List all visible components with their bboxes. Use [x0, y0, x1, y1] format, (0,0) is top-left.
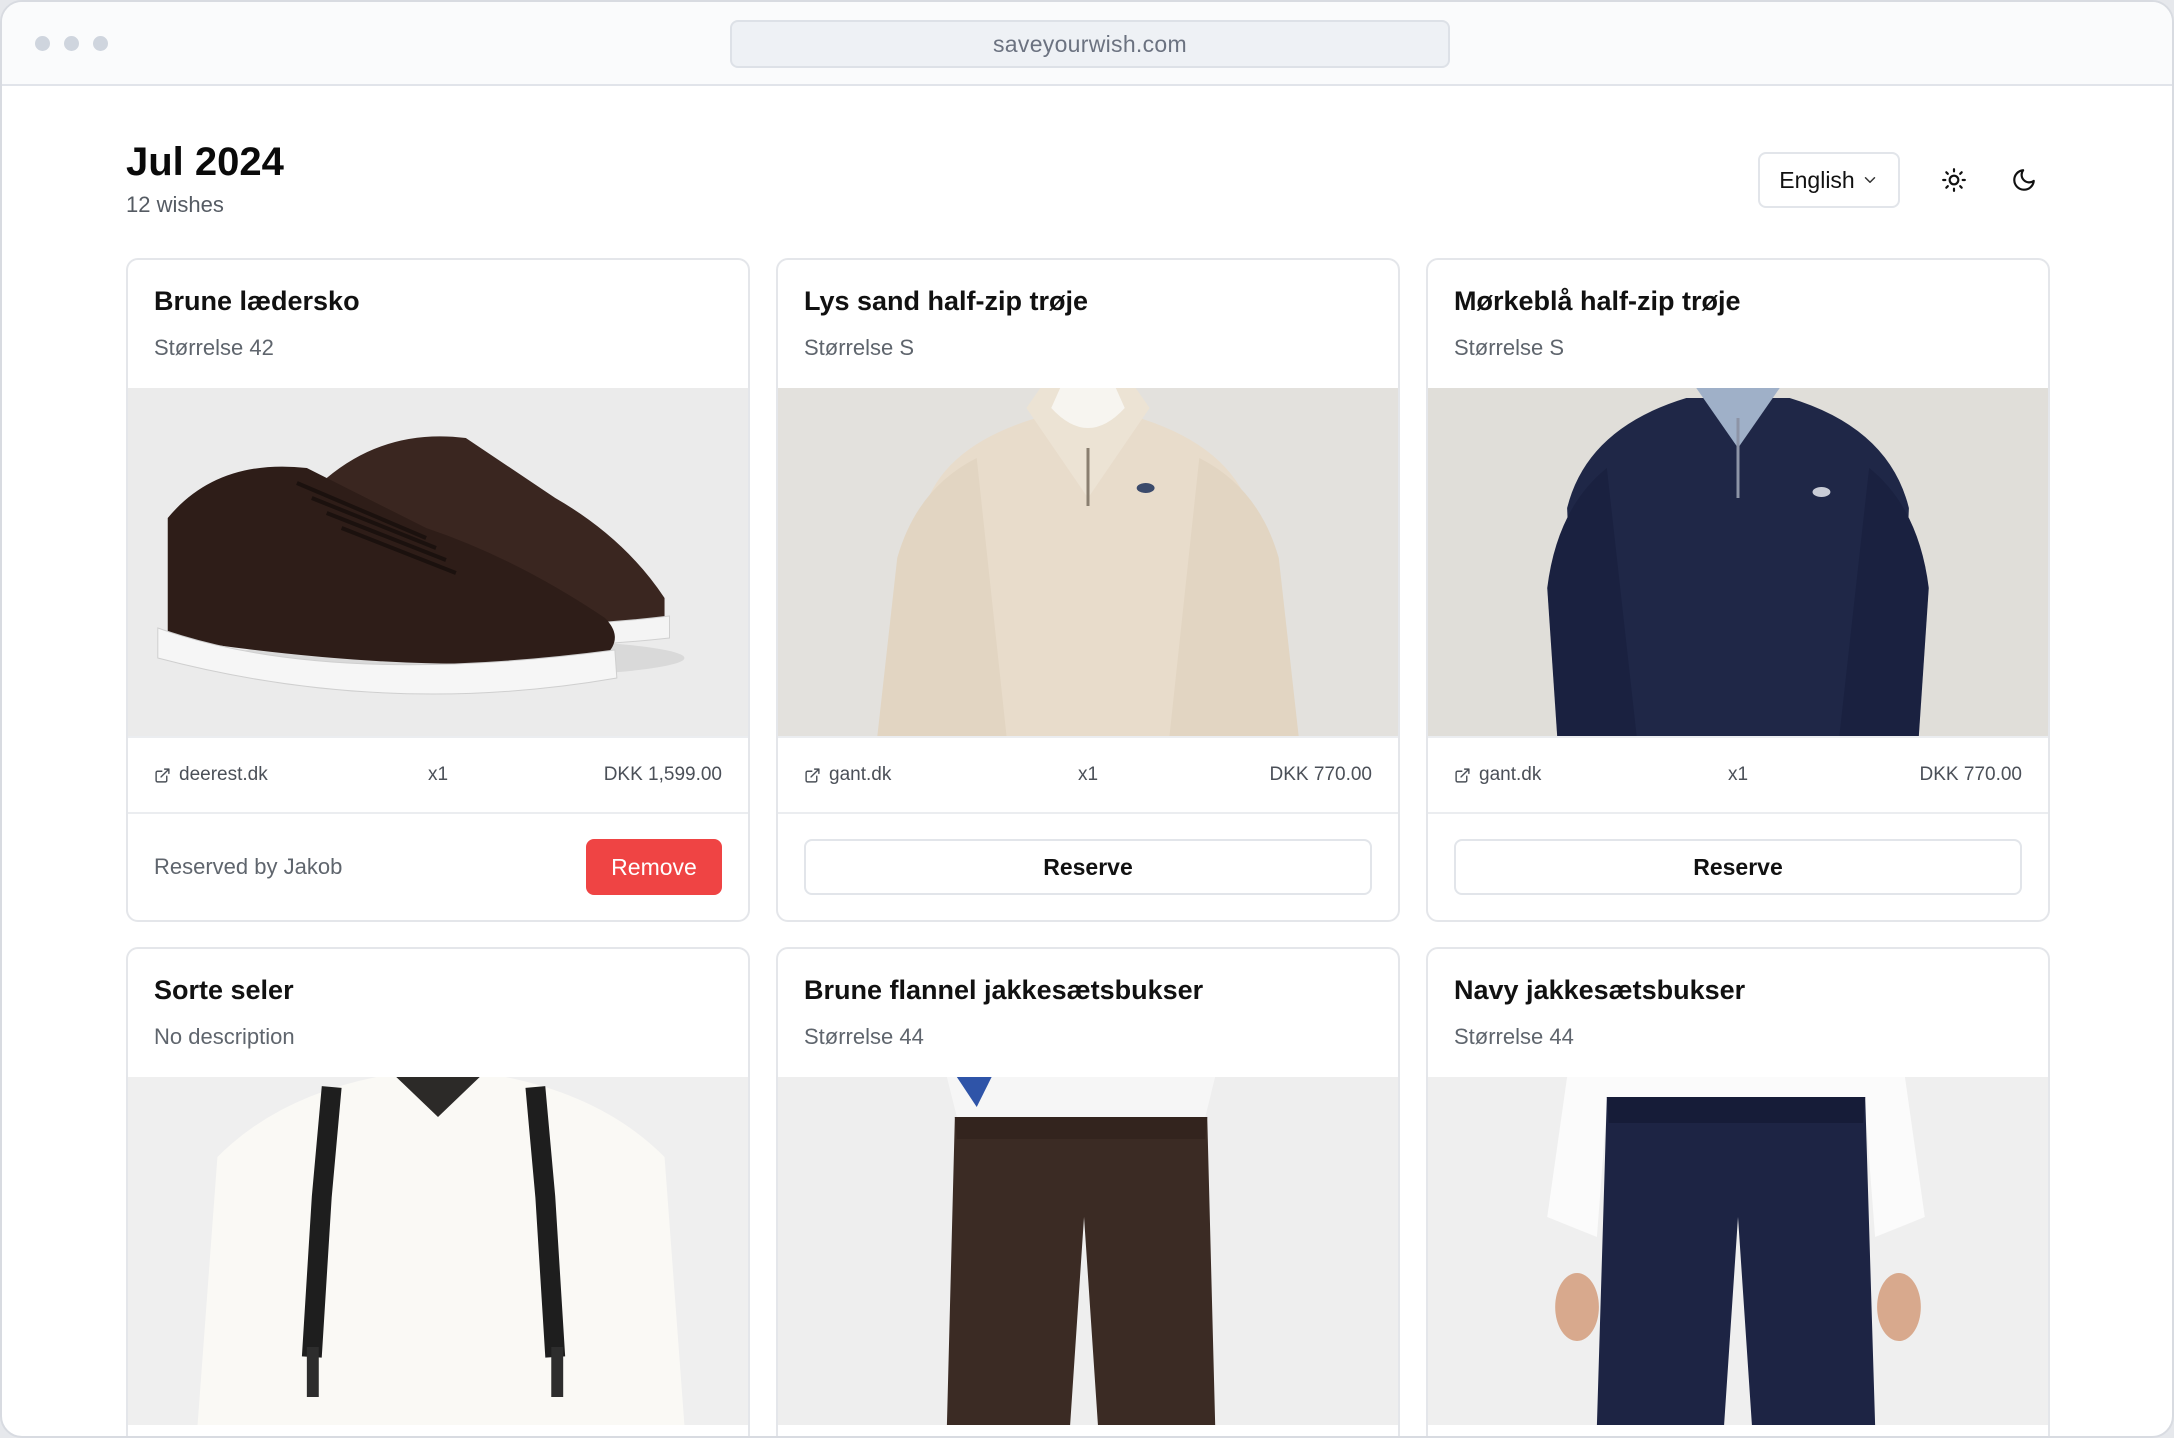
wish-quantity: x1: [1077, 764, 1099, 785]
wish-image-shoes[interactable]: [128, 388, 748, 736]
external-link-icon: [155, 767, 170, 783]
close-dot[interactable]: [35, 36, 50, 51]
wish-image-sand-sweater[interactable]: [778, 388, 1398, 736]
wish-price: DKK 770.00: [1919, 764, 2022, 785]
external-link-icon: [1455, 767, 1470, 783]
store-link[interactable]: deerest.dk: [154, 764, 354, 786]
minimize-dot[interactable]: [64, 36, 79, 51]
wish-image-suspenders[interactable]: [128, 1077, 748, 1425]
language-value: English: [1779, 166, 1855, 193]
wish-meta: deerest.dk x1 DKK 1,599.00: [128, 736, 748, 814]
page-title: Jul 2024: [126, 140, 284, 184]
wish-title: Navy jakkesætsbukser: [1454, 975, 1746, 1005]
store-name: deerest.dk: [179, 764, 268, 785]
window-controls: [35, 36, 108, 51]
wish-description: Størrelse S: [1454, 335, 1565, 360]
reserve-button[interactable]: Reserve: [1454, 839, 2022, 895]
wish-quantity: x1: [427, 764, 449, 785]
wish-description: Størrelse S: [804, 335, 915, 360]
reserve-button[interactable]: Reserve: [804, 839, 1372, 895]
wish-card: Lys sand half-zip trøje Størrelse S gant…: [776, 258, 1400, 922]
wish-price: DKK 1,599.00: [603, 764, 722, 785]
wish-card: Sorte seler No description: [126, 947, 750, 1436]
light-theme-button[interactable]: [1926, 152, 1982, 208]
address-text: saveyourwish.com: [993, 30, 1187, 57]
wish-meta: gant.dk x1 DKK 770.00: [1428, 736, 2048, 814]
address-bar[interactable]: saveyourwish.com: [730, 20, 1450, 68]
wish-card: Navy jakkesætsbukser Størrelse 44: [1426, 947, 2050, 1436]
wish-card: Brune lædersko Størrelse 42 deerest.dk x…: [126, 258, 750, 922]
sun-icon: [1942, 168, 1966, 192]
wish-title: Brune lædersko: [154, 286, 360, 316]
store-name: gant.dk: [829, 764, 892, 785]
wish-card: Mørkeblå half-zip trøje Størrelse S gant…: [1426, 258, 2050, 922]
chevron-down-icon: [1864, 177, 1875, 183]
wish-image-navy-sweater[interactable]: [1428, 388, 2048, 736]
wish-title: Brune flannel jakkesætsbukser: [804, 975, 1204, 1005]
browser-window: saveyourwish.com Jul 2024 12 wishes Engl…: [0, 0, 2174, 1438]
moon-icon: [2013, 169, 2035, 191]
wish-description: Størrelse 44: [804, 1024, 924, 1049]
wish-title: Mørkeblå half-zip trøje: [1454, 286, 1741, 316]
wish-title: Lys sand half-zip trøje: [804, 286, 1089, 316]
store-name: gant.dk: [1479, 764, 1542, 785]
maximize-dot[interactable]: [93, 36, 108, 51]
wish-price: DKK 770.00: [1269, 764, 1372, 785]
store-link[interactable]: gant.dk: [1454, 764, 1654, 786]
wish-description: Størrelse 42: [154, 335, 274, 360]
wish-description: No description: [154, 1024, 295, 1049]
dark-theme-button[interactable]: [1996, 152, 2052, 208]
browser-chrome: saveyourwish.com: [2, 2, 2172, 86]
wish-card: Brune flannel jakkesætsbukser Størrelse …: [776, 947, 1400, 1436]
remove-reservation-button[interactable]: Remove: [586, 839, 722, 895]
wish-image-brown-trousers[interactable]: [778, 1077, 1398, 1425]
reserved-status: Reserved by Jakob: [154, 854, 343, 879]
external-link-icon: [805, 767, 820, 783]
wish-description: Størrelse 44: [1454, 1024, 1574, 1049]
wish-meta: gant.dk x1 DKK 770.00: [778, 736, 1398, 814]
wish-title: Sorte seler: [154, 975, 294, 1005]
wish-quantity: x1: [1727, 764, 1749, 785]
store-link[interactable]: gant.dk: [804, 764, 1004, 786]
wish-image-navy-trousers[interactable]: [1428, 1077, 2048, 1425]
language-select[interactable]: English: [1758, 152, 1900, 208]
wish-count: 12 wishes: [126, 192, 224, 217]
